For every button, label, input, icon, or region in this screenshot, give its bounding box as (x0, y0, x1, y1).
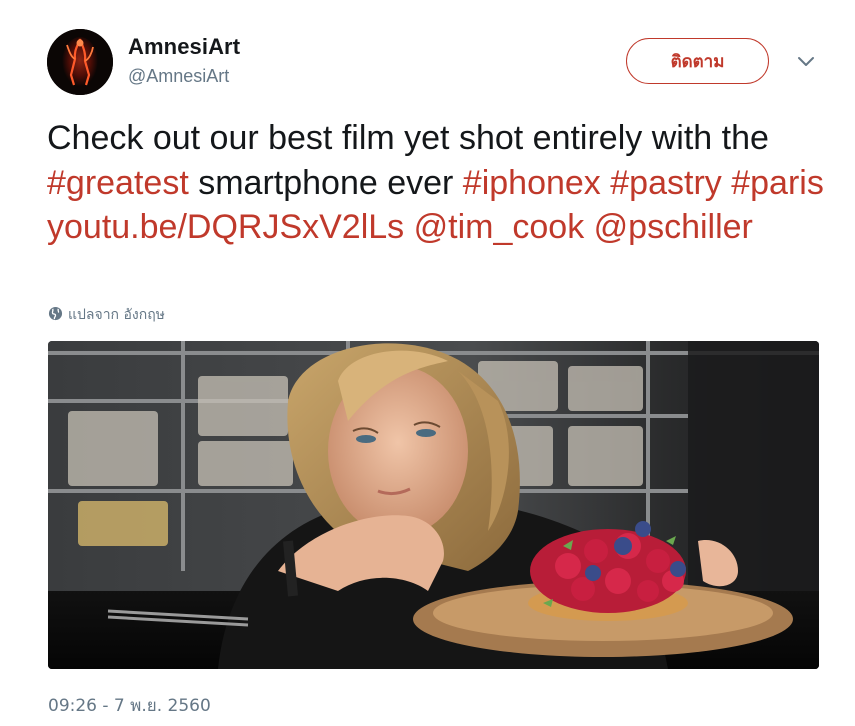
mention-link[interactable]: @tim_cook (414, 208, 585, 246)
avatar-figure-icon (47, 29, 113, 95)
hashtag-link[interactable]: #pastry (610, 164, 722, 202)
hashtag-link[interactable]: #iphonex (463, 164, 601, 202)
follow-button[interactable]: ติดตาม (626, 38, 769, 84)
tweet-text-segment (584, 208, 593, 246)
timestamp[interactable]: 09:26 - 7 พ.ย. 2560 (48, 692, 211, 719)
url-link[interactable]: youtu.be/DQRJSxV2lLs (47, 208, 404, 246)
display-name[interactable]: AmnesiArt (128, 34, 240, 60)
hashtag-link[interactable]: #paris (731, 164, 824, 202)
hashtag-link[interactable]: #greatest (47, 164, 189, 202)
mention-link[interactable]: @pschiller (594, 208, 753, 246)
photo-woman-pastry (48, 341, 819, 669)
tweet-card: AmnesiArt @AmnesiArt ติดตาม Check out ou… (0, 0, 855, 726)
tweet-text-segment (601, 164, 610, 202)
tweet-text-segment (722, 164, 731, 202)
avatar[interactable] (47, 29, 113, 95)
screen-name[interactable]: @AmnesiArt (128, 66, 229, 87)
tweet-text-segment (404, 208, 413, 246)
globe-icon (48, 306, 63, 325)
tweet-text-segment: smartphone ever (188, 163, 463, 202)
chevron-down-icon[interactable] (795, 54, 817, 70)
translate-link[interactable]: แปลจาก อังกฤษ (48, 305, 165, 325)
media-photo[interactable] (48, 341, 819, 669)
tweet-text: Check out our best film yet shot entirel… (47, 116, 837, 250)
tweet-text-segment: Check out our best film yet shot entirel… (47, 119, 769, 157)
translate-label: แปลจาก อังกฤษ (68, 307, 165, 323)
